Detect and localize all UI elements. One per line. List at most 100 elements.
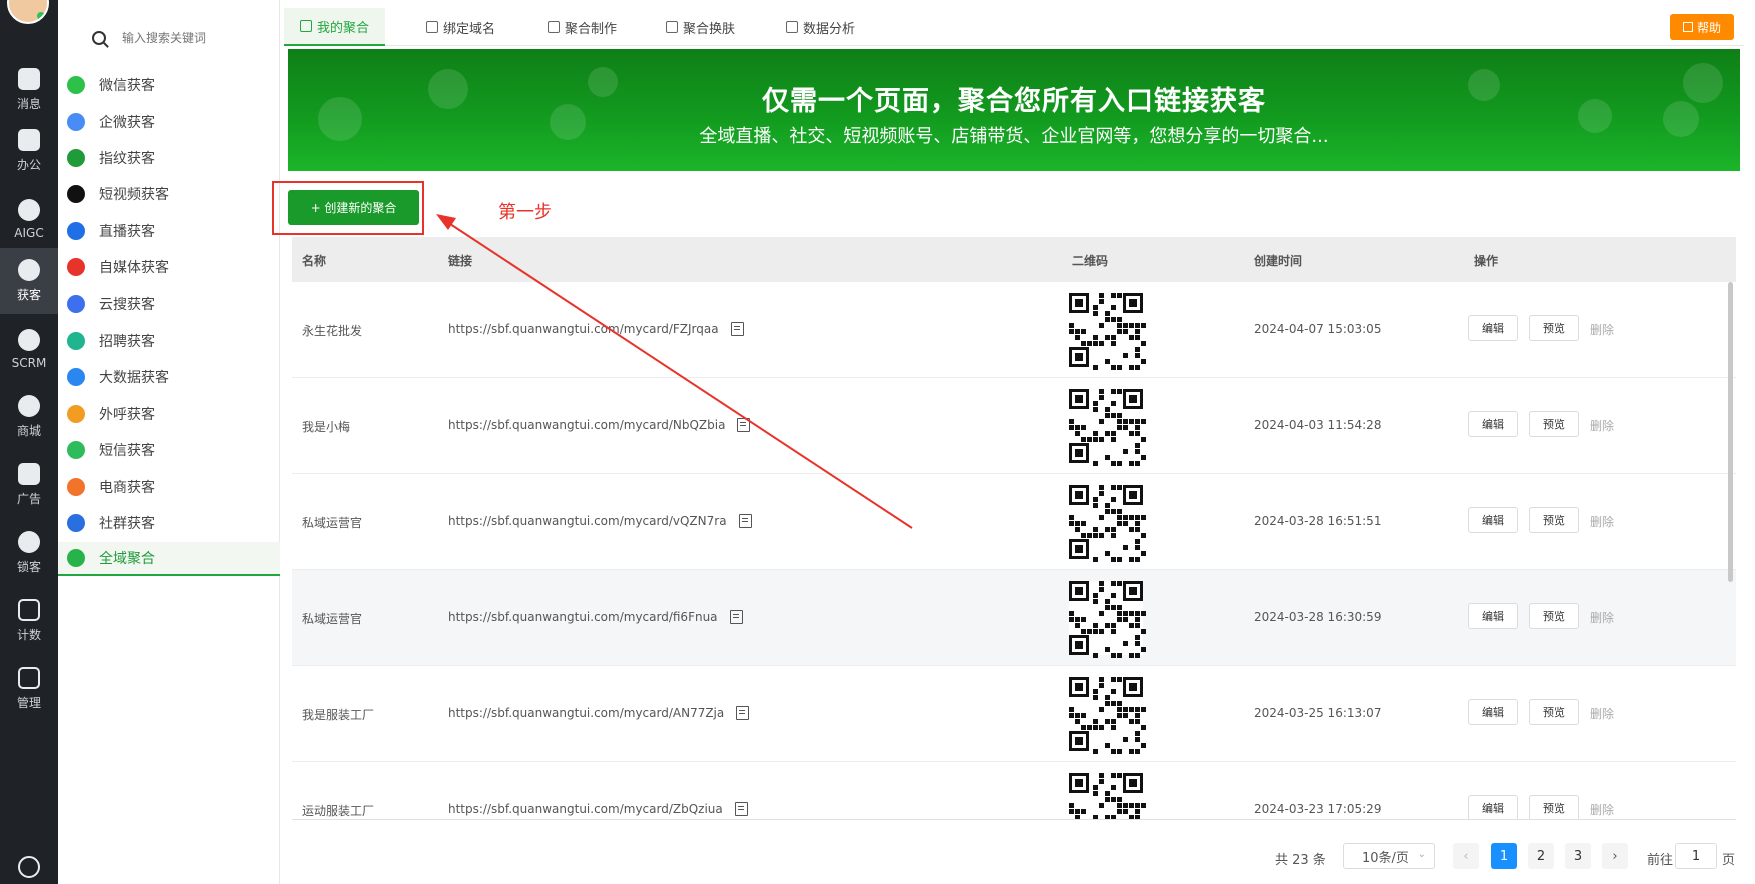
avatar[interactable] — [7, 0, 49, 24]
table-row: 永生花批发 https://sbf.quanwangtui.com/mycard… — [292, 282, 1736, 378]
menu-item-media[interactable]: 自媒体获客 — [58, 250, 280, 284]
qr-code[interactable] — [1069, 773, 1146, 819]
cloud-search-icon — [67, 295, 85, 313]
menu-item-big-data[interactable]: 大数据获客 — [58, 360, 280, 394]
copy-icon[interactable] — [738, 514, 752, 528]
tab-data-analysis[interactable]: 数据分析 — [786, 8, 855, 46]
preview-button[interactable]: 预览 — [1529, 411, 1579, 437]
tab-my-aggregate[interactable]: 我的聚合 — [284, 8, 386, 46]
step-annotation: 第一步 — [498, 202, 552, 223]
edit-button[interactable]: 编辑 — [1468, 507, 1518, 533]
phone-icon — [67, 405, 85, 423]
edit-button[interactable]: 编辑 — [1468, 699, 1518, 725]
media-icon — [67, 258, 85, 276]
qr-code[interactable] — [1069, 581, 1146, 658]
qr-code[interactable] — [1069, 293, 1146, 370]
delete-button[interactable]: 删除 — [1590, 609, 1614, 626]
yen-icon — [18, 856, 40, 878]
copy-icon[interactable] — [730, 322, 744, 336]
next-page-button[interactable]: › — [1602, 843, 1628, 869]
preview-button[interactable]: 预览 — [1529, 315, 1579, 341]
rail-item-message[interactable]: 消息 — [0, 57, 58, 123]
rail-item-aigc[interactable]: AIGC — [0, 186, 58, 252]
menu-search[interactable] — [80, 24, 260, 52]
delete-button[interactable]: 删除 — [1590, 513, 1614, 530]
rail-item-office[interactable]: 办公 — [0, 118, 58, 184]
prev-page-button[interactable]: ‹ — [1453, 843, 1479, 869]
menu-item-cloud-search[interactable]: 云搜获客 — [58, 287, 280, 321]
table-row: 私域运营官 https://sbf.quanwangtui.com/mycard… — [292, 474, 1736, 570]
tab-make-aggregate[interactable]: 聚合制作 — [548, 8, 617, 46]
menu-item-wecom[interactable]: 企微获客 — [58, 105, 280, 139]
edit-icon — [548, 21, 560, 33]
menu-item-ecommerce[interactable]: 电商获客 — [58, 470, 280, 504]
menu-item-sms[interactable]: 短信获客 — [58, 433, 280, 467]
copy-icon[interactable] — [737, 418, 751, 432]
menu-item-live[interactable]: 直播获客 — [58, 214, 280, 248]
preview-button[interactable]: 预览 — [1529, 795, 1579, 819]
edit-button[interactable]: 编辑 — [1468, 603, 1518, 629]
page-button-1[interactable]: 1 — [1491, 843, 1517, 869]
delete-button[interactable]: 删除 — [1590, 705, 1614, 722]
chevron-left-icon: ‹ — [1463, 848, 1469, 864]
row-name: 私域运营官 — [302, 516, 363, 530]
edit-button[interactable]: 编辑 — [1468, 315, 1518, 341]
search-input[interactable] — [122, 31, 252, 45]
col-actions: 操作 — [1474, 254, 1499, 268]
copy-icon[interactable] — [734, 802, 748, 816]
chevron-right-icon: › — [1612, 848, 1618, 864]
rail-item-count[interactable]: 计数 — [0, 588, 58, 654]
row-link: https://sbf.quanwangtui.com/mycard/vQZN7… — [448, 514, 752, 528]
scrm-icon — [18, 328, 40, 351]
rail-item-acquire[interactable]: 获客 — [0, 248, 58, 314]
rail-item-lock-customer[interactable]: 锁客 — [0, 520, 58, 586]
menu-item-community[interactable]: 社群获客 — [58, 506, 280, 540]
page-size-select[interactable]: 10条/页 ⌄ — [1343, 843, 1435, 869]
qr-code[interactable] — [1069, 485, 1146, 562]
copy-icon[interactable] — [729, 610, 743, 624]
table-header: 名称 链接 二维码 创建时间 操作 — [292, 237, 1736, 282]
menu-item-omni-aggregate[interactable]: 全域聚合 — [58, 542, 280, 576]
create-aggregate-button[interactable]: + 创建新的聚合 — [288, 190, 419, 225]
rail-bottom-yen[interactable] — [0, 850, 58, 884]
tab-change-skin[interactable]: 聚合换肤 — [666, 8, 735, 46]
col-name: 名称 — [302, 254, 327, 268]
edit-button[interactable]: 编辑 — [1468, 795, 1518, 819]
row-time: 2024-04-03 11:54:28 — [1254, 418, 1382, 432]
col-link: 链接 — [448, 254, 473, 268]
qr-code[interactable] — [1069, 677, 1146, 754]
delete-button[interactable]: 删除 — [1590, 321, 1614, 338]
menu-item-fingerprint[interactable]: 指纹获客 — [58, 141, 280, 175]
preview-button[interactable]: 预览 — [1529, 699, 1579, 725]
rail-item-scrm[interactable]: SCRM — [0, 316, 58, 382]
help-button[interactable]: 帮助 — [1670, 14, 1734, 40]
mall-icon — [18, 395, 40, 417]
delete-button[interactable]: 删除 — [1590, 801, 1614, 818]
menu-item-wechat[interactable]: 微信获客 — [58, 68, 280, 102]
recruit-icon — [67, 332, 85, 350]
row-time: 2024-03-28 16:51:51 — [1254, 514, 1382, 528]
rail-item-mall[interactable]: 商城 — [0, 384, 58, 450]
copy-icon[interactable] — [736, 706, 750, 720]
edit-button[interactable]: 编辑 — [1468, 411, 1518, 437]
goto-page-input[interactable]: 1 — [1675, 843, 1717, 869]
menu-item-outbound-call[interactable]: 外呼获客 — [58, 397, 280, 431]
wechat-icon — [67, 76, 85, 94]
page-button-3[interactable]: 3 — [1565, 843, 1591, 869]
page-button-2[interactable]: 2 — [1528, 843, 1554, 869]
app-root: 消息 办公 AIGC 获客 SCRM 商城 广告 锁客 计数 管理 微信获客 企… — [0, 0, 1755, 884]
row-time: 2024-04-07 15:03:05 — [1254, 322, 1382, 336]
tab-bind-domain[interactable]: 绑定域名 — [426, 8, 495, 46]
goto-suffix: 页 — [1722, 853, 1736, 868]
row-name: 私域运营官 — [302, 612, 363, 626]
delete-button[interactable]: 删除 — [1590, 417, 1614, 434]
row-link: https://sbf.quanwangtui.com/mycard/ZbQzi… — [448, 802, 748, 816]
rail-item-ads[interactable]: 广告 — [0, 452, 58, 518]
preview-button[interactable]: 预览 — [1529, 507, 1579, 533]
qr-code[interactable] — [1069, 389, 1146, 466]
menu-item-recruit[interactable]: 招聘获客 — [58, 324, 280, 358]
preview-button[interactable]: 预览 — [1529, 603, 1579, 629]
table-scrollbar[interactable] — [1728, 282, 1733, 582]
menu-item-short-video[interactable]: 短视频获客 — [58, 177, 280, 211]
rail-item-manage[interactable]: 管理 — [0, 656, 58, 722]
